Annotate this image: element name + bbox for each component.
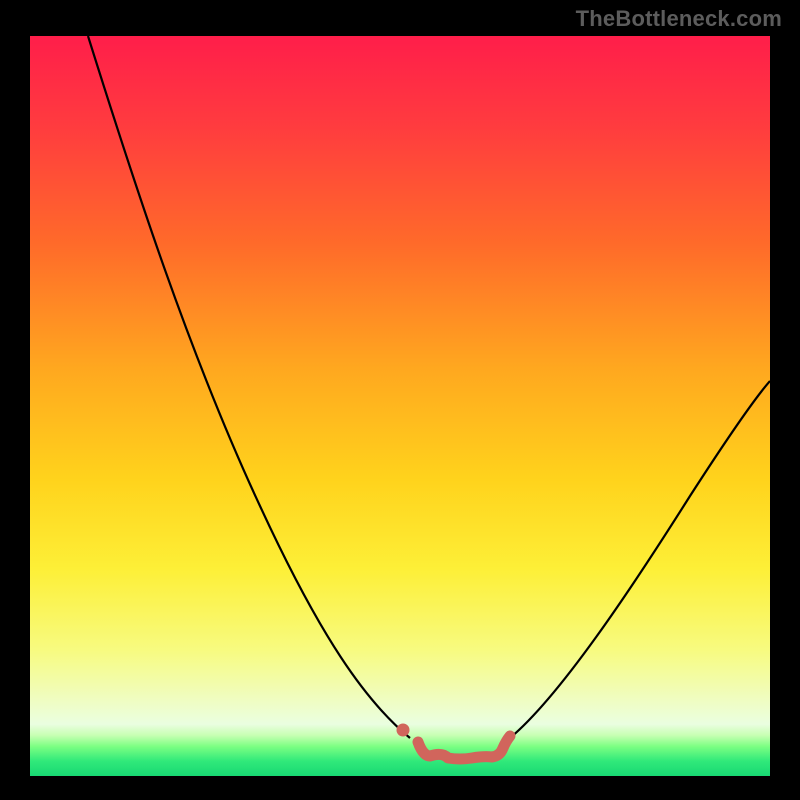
- plot-frame: [30, 36, 770, 776]
- red-squiggle: [418, 736, 510, 759]
- right-curve: [510, 381, 770, 738]
- watermark-text: TheBottleneck.com: [576, 6, 782, 32]
- left-curve: [88, 36, 410, 738]
- overlay-svg: [30, 36, 770, 776]
- red-dot: [397, 724, 410, 737]
